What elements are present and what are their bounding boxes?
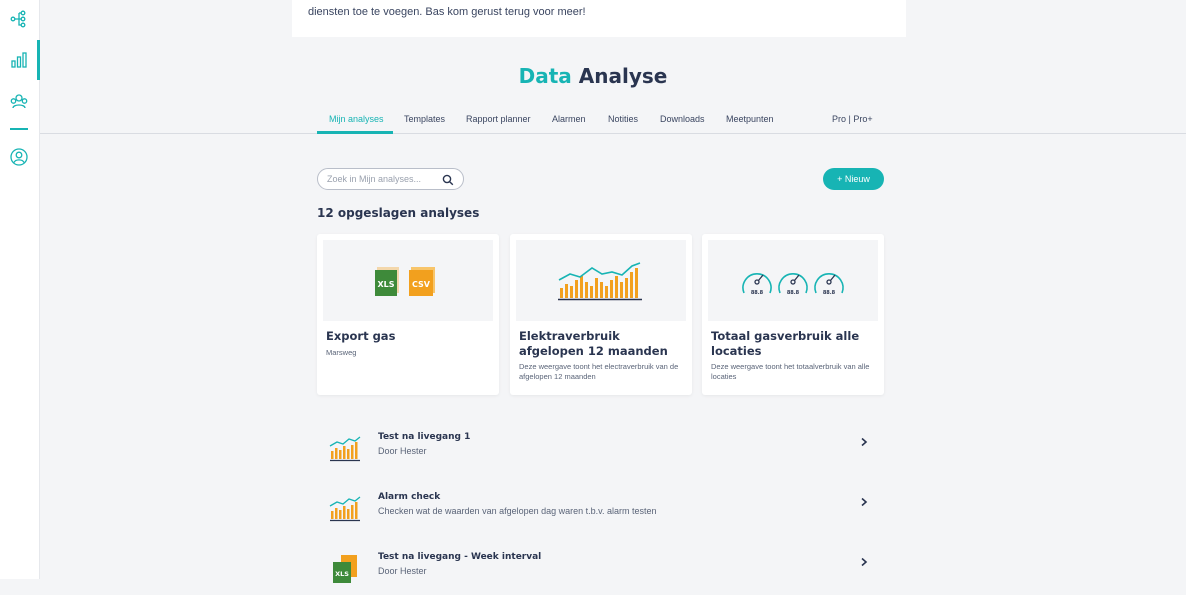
tab-mijn-analyses[interactable]: Mijn analyses [329, 114, 384, 124]
card-subtitle: Deze weergave toont het electraverbruik … [519, 362, 679, 381]
tab-meetpunten[interactable]: Meetpunten [726, 114, 774, 124]
chevron-right-icon[interactable] [860, 557, 868, 567]
active-tab-indicator [317, 131, 393, 134]
analysis-card-totaal-gasverbruik[interactable]: 88.8 88.8 88.8 Totaal gasverbruik alle loc… [702, 234, 884, 395]
tab-pro[interactable]: Pro | Pro+ [832, 114, 873, 124]
svg-text:CSV: CSV [412, 280, 431, 289]
row-title: Test na livegang - Week interval [378, 552, 542, 562]
card-title: Elektraverbruik afgelopen 12 maanden [519, 329, 668, 358]
chart-icon [329, 436, 361, 462]
tab-downloads[interactable]: Downloads [660, 114, 705, 124]
card-title: Export gas [326, 329, 396, 343]
new-analysis-button[interactable]: + Nieuw [823, 168, 884, 190]
flow-icon[interactable] [8, 8, 30, 30]
card-subtitle: Marsweg [326, 348, 357, 357]
page-title: Data Analyse [518, 64, 668, 88]
row-title: Test na livegang 1 [378, 432, 471, 442]
svg-text:88.8: 88.8 [751, 290, 764, 296]
search-box [317, 168, 464, 190]
account-icon[interactable] [8, 146, 30, 168]
analysis-card-export-gas[interactable]: XLS CSV Export gas Marsweg [317, 234, 499, 395]
bar-line-chart-icon [558, 261, 642, 300]
search-input[interactable] [327, 172, 439, 186]
users-icon[interactable] [8, 90, 30, 112]
svg-text:XLS: XLS [335, 570, 349, 578]
chevron-right-icon[interactable] [860, 437, 868, 447]
card-thumbnail [516, 240, 686, 321]
card-subtitle: Deze weergave toont het totaalverbruik v… [711, 362, 870, 381]
xls-csv-icon: XLS CSV [375, 266, 435, 296]
tab-alarmen[interactable]: Alarmen [552, 114, 586, 124]
tab-templates[interactable]: Templates [404, 114, 445, 124]
analysis-card-elektraverbruik[interactable]: Elektraverbruik afgelopen 12 maanden Dez… [510, 234, 692, 395]
svg-text:XLS: XLS [377, 280, 394, 289]
analysis-list-item[interactable]: Alarm check Checken wat de waarden van a… [317, 485, 883, 535]
search-icon[interactable] [442, 173, 454, 191]
sidebar-divider [10, 128, 28, 130]
row-subtitle: Door Hester [378, 566, 427, 576]
analysis-list-item[interactable]: XLS Test na livegang - Week interval Doo… [317, 545, 883, 595]
banner-text: diensten toe te voegen. Bas kom gerust t… [308, 6, 586, 18]
chart-icon [329, 496, 361, 522]
card-thumbnail: 88.8 88.8 88.8 [708, 240, 878, 321]
saved-analyses-count: 12 opgeslagen analyses [317, 206, 480, 220]
tab-notities[interactable]: Notities [608, 114, 638, 124]
row-title: Alarm check [378, 492, 441, 502]
row-subtitle: Checken wat de waarden van afgelopen dag… [378, 506, 657, 516]
row-subtitle: Door Hester [378, 446, 427, 456]
tab-rapport-planner[interactable]: Rapport planner [466, 114, 531, 124]
svg-text:88.8: 88.8 [787, 290, 800, 296]
analysis-list-item[interactable]: Test na livegang 1 Door Hester [317, 425, 883, 475]
svg-text:88.8: 88.8 [823, 290, 836, 296]
gauge-icon: 88.8 88.8 88.8 [742, 272, 844, 296]
tab-bar: Mijn analyses Templates Rapport planner … [40, 106, 1186, 134]
card-thumbnail: XLS CSV [323, 240, 493, 321]
card-title: Totaal gasverbruik alle locaties [711, 329, 860, 358]
chevron-right-icon[interactable] [860, 497, 868, 507]
info-banner: diensten toe te voegen. Bas kom gerust t… [292, 0, 906, 37]
